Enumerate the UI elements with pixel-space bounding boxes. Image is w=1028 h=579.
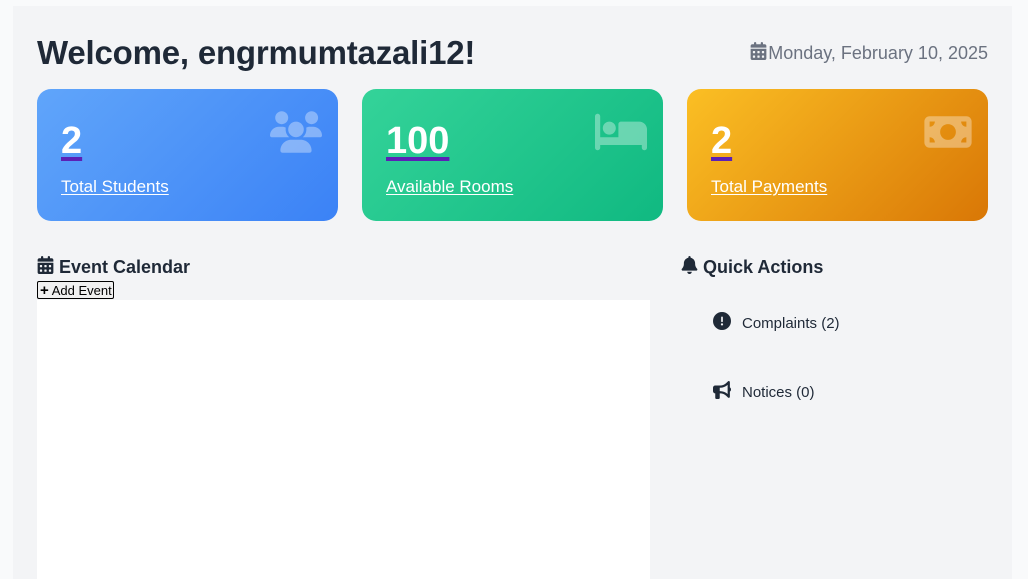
exclamation-circle-icon bbox=[713, 312, 742, 334]
event-calendar[interactable] bbox=[37, 300, 650, 579]
welcome-heading: Welcome, engrmumtazali12! bbox=[37, 34, 476, 71]
bell-icon bbox=[681, 256, 703, 279]
complaints-label: Complaints (2) bbox=[742, 314, 840, 332]
calendar-icon bbox=[37, 256, 59, 279]
calendar-icon bbox=[750, 42, 768, 65]
quick-action-notices[interactable]: Notices (0) bbox=[713, 380, 815, 403]
quick-action-complaints[interactable]: Complaints (2) bbox=[713, 312, 840, 334]
add-event-label: Add Event bbox=[51, 282, 112, 298]
bullhorn-icon bbox=[713, 380, 742, 403]
stat-card-payments[interactable]: 2 Total Payments bbox=[687, 89, 988, 221]
stat-value-students[interactable]: 2 bbox=[61, 119, 82, 165]
quick-actions-title: Quick Actions bbox=[703, 257, 824, 277]
stat-label-payments[interactable]: Total Payments bbox=[711, 177, 827, 197]
stat-label-students[interactable]: Total Students bbox=[61, 177, 169, 197]
money-bill-icon bbox=[924, 111, 972, 158]
stat-value-payments[interactable]: 2 bbox=[711, 119, 732, 165]
date-text: Monday, February 10, 2025 bbox=[768, 43, 988, 63]
stat-card-rooms[interactable]: 100 Available Rooms bbox=[362, 89, 663, 221]
current-date: Monday, February 10, 2025 bbox=[750, 42, 988, 65]
event-calendar-heading: Event Calendar bbox=[37, 256, 190, 279]
users-icon bbox=[270, 111, 322, 158]
bed-icon bbox=[595, 111, 647, 158]
quick-actions-heading: Quick Actions bbox=[681, 256, 823, 279]
notices-label: Notices (0) bbox=[742, 383, 815, 401]
plus-icon: + bbox=[40, 281, 49, 299]
stat-card-students[interactable]: 2 Total Students bbox=[37, 89, 338, 221]
stat-value-rooms[interactable]: 100 bbox=[386, 119, 449, 165]
stat-label-rooms[interactable]: Available Rooms bbox=[386, 177, 513, 197]
event-calendar-title: Event Calendar bbox=[59, 257, 191, 277]
add-event-button[interactable]: + Add Event bbox=[37, 281, 114, 299]
